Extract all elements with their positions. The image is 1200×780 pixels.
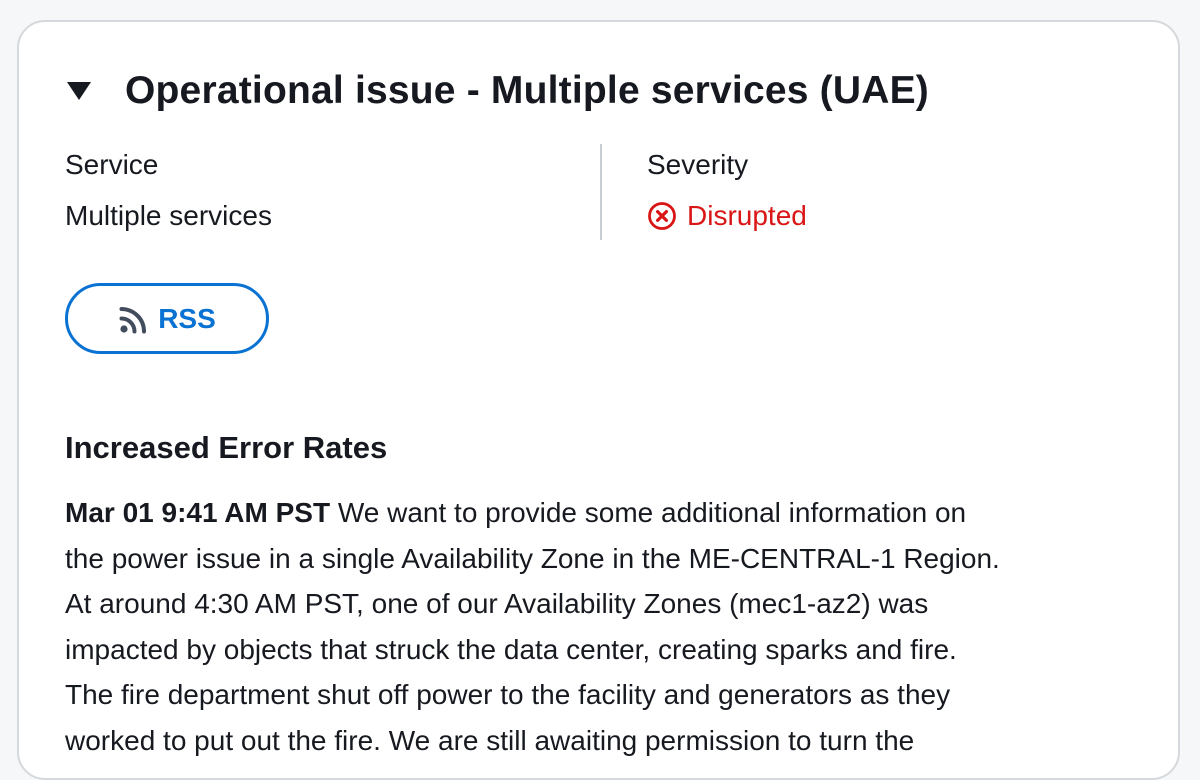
severity-text: Disrupted (687, 200, 807, 231)
update-timestamp: Mar 01 9:41 AM PST (65, 497, 331, 528)
update-line: the power issue in a single Availability… (65, 542, 1000, 574)
event-header[interactable]: Operational issue - Multiple services (U… (67, 68, 929, 114)
event-card: Operational issue - Multiple services (U… (17, 20, 1180, 780)
severity-label: Severity (647, 149, 749, 180)
update-line: impacted by objects that struck the data… (65, 633, 957, 665)
event-title: Operational issue - Multiple services (U… (125, 69, 929, 112)
caret-down-icon[interactable] (67, 82, 91, 100)
rss-label: RSS (158, 302, 216, 334)
severity-value: Disrupted (647, 197, 807, 235)
update-heading: Increased Error Rates (65, 430, 388, 465)
service-label: Service (65, 149, 159, 180)
update-line: Mar 01 9:41 AM PST We want to provide so… (65, 490, 1145, 536)
update-body: Mar 01 9:41 AM PST We want to provide so… (65, 490, 1145, 763)
service-column: Service Multiple services (65, 146, 272, 235)
column-divider (600, 144, 602, 240)
service-value: Multiple services (65, 200, 272, 231)
update-line: worked to put out the fire. We are still… (65, 724, 915, 756)
update-line: The fire department shut off power to th… (65, 679, 951, 710)
update-text: We want to provide some additional infor… (330, 497, 967, 528)
rss-icon (119, 306, 147, 333)
update-line: At around 4:30 AM PST, one of our Availa… (65, 588, 929, 619)
status-negative-icon (648, 202, 676, 230)
severity-column: Severity Disrupted (647, 146, 807, 235)
rss-button[interactable]: RSS (65, 283, 269, 354)
